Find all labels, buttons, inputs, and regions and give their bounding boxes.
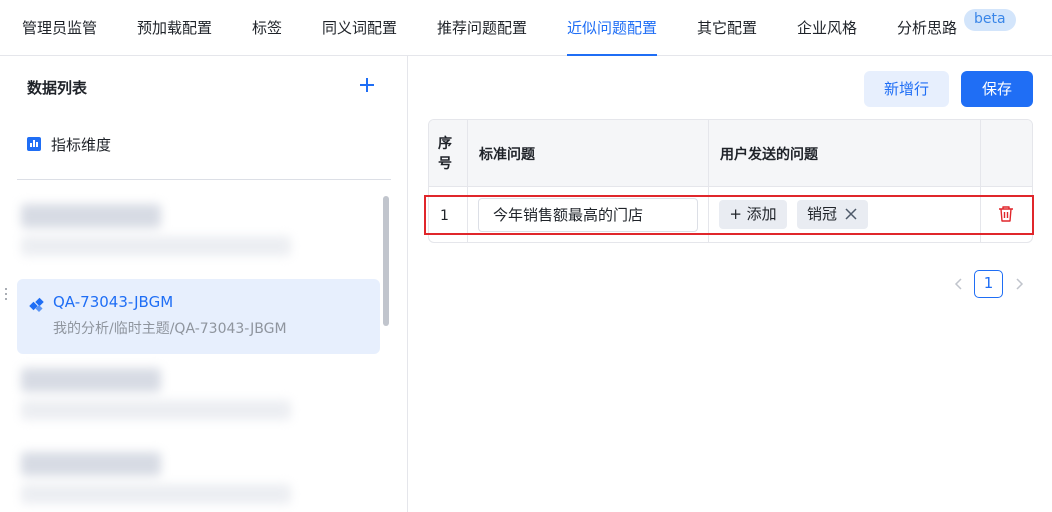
header-standard-question: 标准问题 xyxy=(479,146,535,163)
tab-other-config[interactable]: 其它配置 xyxy=(697,0,757,56)
dimension-item[interactable]: 指标维度 xyxy=(27,132,111,156)
add-row-button[interactable]: 新增行 xyxy=(864,71,949,107)
tab-similar-questions[interactable]: 近似问题配置 xyxy=(567,0,658,56)
chevron-left-icon[interactable] xyxy=(951,276,967,292)
top-tab-bar: 管理员监管 预加载配置 标签 同义词配置 推荐问题配置 近似问题配置 其它配置 … xyxy=(0,0,1052,56)
bar-chart-icon xyxy=(27,137,41,151)
add-data-button[interactable] xyxy=(354,72,380,98)
standard-question-input[interactable]: 今年销售额最高的门店 xyxy=(478,198,698,232)
header-user-questions: 用户发送的问题 xyxy=(720,146,818,163)
blurred-list-item[interactable] xyxy=(21,452,321,504)
row-index: 1 xyxy=(440,208,449,224)
dimension-label: 指标维度 xyxy=(51,135,112,154)
pagination-current-page[interactable]: 1 xyxy=(974,270,1003,298)
chevron-right-icon[interactable] xyxy=(1011,276,1027,292)
panel-resize-handle[interactable] xyxy=(4,288,8,306)
tab-preload-config[interactable]: 预加载配置 xyxy=(137,0,212,56)
data-list-title: 数据列表 xyxy=(27,79,88,97)
trash-icon[interactable] xyxy=(997,205,1015,223)
add-user-question-button[interactable]: + 添加 xyxy=(719,200,787,229)
selected-list-item[interactable]: QA-73043-JBGM 我的分析/临时主题/QA-73043-JBGM xyxy=(17,279,380,354)
tab-enterprise-style[interactable]: 企业风格 xyxy=(797,0,857,56)
blurred-list-item[interactable] xyxy=(21,204,321,256)
header-index: 序号 xyxy=(438,135,452,172)
divider xyxy=(17,179,391,180)
item-path: 我的分析/临时主题/QA-73043-JBGM xyxy=(53,321,287,337)
blurred-list-item[interactable] xyxy=(21,368,321,420)
tab-synonym-config[interactable]: 同义词配置 xyxy=(322,0,397,56)
tab-admin-supervision[interactable]: 管理员监管 xyxy=(22,0,97,56)
tab-analysis-approach[interactable]: 分析思路 xyxy=(897,0,957,56)
diamond-icon xyxy=(29,297,44,313)
item-title: QA-73043-JBGM xyxy=(53,293,174,311)
tab-recommended-questions[interactable]: 推荐问题配置 xyxy=(437,0,527,56)
data-list-panel: 数据列表 指标维度 QA-73043-JBGM 我的分析/临时主题/QA-730… xyxy=(0,56,408,512)
beta-badge: beta xyxy=(964,9,1016,31)
close-icon[interactable] xyxy=(844,207,858,221)
list-scrollbar[interactable] xyxy=(383,196,389,326)
tab-tags[interactable]: 标签 xyxy=(252,0,282,56)
save-button[interactable]: 保存 xyxy=(961,71,1033,107)
